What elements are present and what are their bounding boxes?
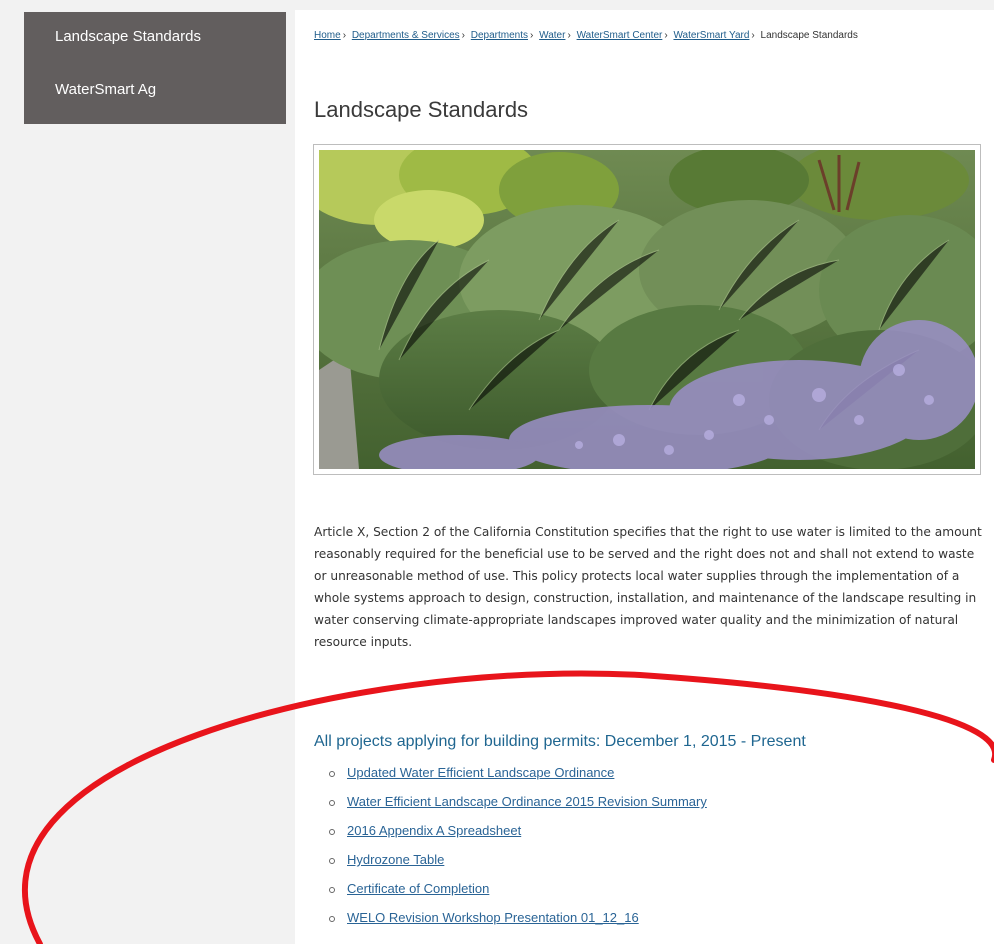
breadcrumb-watersmart-yard[interactable]: WaterSmart Yard	[673, 30, 749, 41]
breadcrumb-separator: ›	[664, 30, 668, 41]
bullet-icon	[329, 857, 335, 864]
link-hydrozone-table[interactable]: Hydrozone Table	[347, 852, 444, 867]
breadcrumb-separator: ›	[751, 30, 755, 41]
sidebar-nav: Landscape Standards WaterSmart Ag	[24, 12, 286, 124]
link-certificate-of-completion[interactable]: Certificate of Completion	[347, 881, 489, 896]
landscape-garden-photo	[319, 150, 975, 469]
link-welo-revision-summary[interactable]: Water Efficient Landscape Ordinance 2015…	[347, 794, 707, 809]
breadcrumb-watersmart-center[interactable]: WaterSmart Center	[577, 30, 663, 41]
hero-image	[313, 144, 981, 475]
list-item: Updated Water Efficient Landscape Ordina…	[314, 758, 707, 787]
breadcrumb-departments-services[interactable]: Departments & Services	[352, 30, 460, 41]
breadcrumb-water[interactable]: Water	[539, 30, 565, 41]
bullet-icon	[329, 770, 335, 777]
breadcrumb-current: Landscape Standards	[760, 30, 858, 41]
section-heading-building-permits: All projects applying for building permi…	[314, 733, 806, 750]
link-updated-welo[interactable]: Updated Water Efficient Landscape Ordina…	[347, 765, 614, 780]
breadcrumb-separator: ›	[342, 30, 347, 41]
link-welo-workshop-presentation[interactable]: WELO Revision Workshop Presentation 01_1…	[347, 910, 639, 925]
list-item: Certificate of Completion	[314, 874, 707, 903]
list-item: Hydrozone Table	[314, 845, 707, 874]
sidebar-item-watersmart-ag[interactable]: WaterSmart Ag	[55, 81, 156, 98]
breadcrumb-separator: ›	[461, 30, 465, 41]
bullet-icon	[329, 886, 335, 893]
page-title: Landscape Standards	[314, 97, 529, 122]
bullet-icon	[329, 799, 335, 806]
breadcrumb-separator: ›	[530, 30, 534, 41]
bullet-icon	[329, 828, 335, 835]
intro-paragraph: Article X, Section 2 of the California C…	[314, 525, 982, 649]
bullet-icon	[329, 915, 335, 922]
sidebar-item-landscape-standards[interactable]: Landscape Standards	[55, 28, 201, 45]
list-item: Water Efficient Landscape Ordinance 2015…	[314, 787, 707, 816]
list-item: 2016 Appendix A Spreadsheet	[314, 816, 707, 845]
list-item: WELO Revision Workshop Presentation 01_1…	[314, 903, 707, 932]
breadcrumb-separator: ›	[567, 30, 571, 41]
breadcrumb-departments[interactable]: Departments	[471, 30, 528, 41]
link-appendix-a-spreadsheet[interactable]: 2016 Appendix A Spreadsheet	[347, 823, 521, 838]
breadcrumb: Home › Departments & Services › Department…	[314, 27, 954, 44]
breadcrumb-home[interactable]: Home	[314, 30, 341, 41]
document-link-list: Updated Water Efficient Landscape Ordina…	[314, 758, 707, 932]
